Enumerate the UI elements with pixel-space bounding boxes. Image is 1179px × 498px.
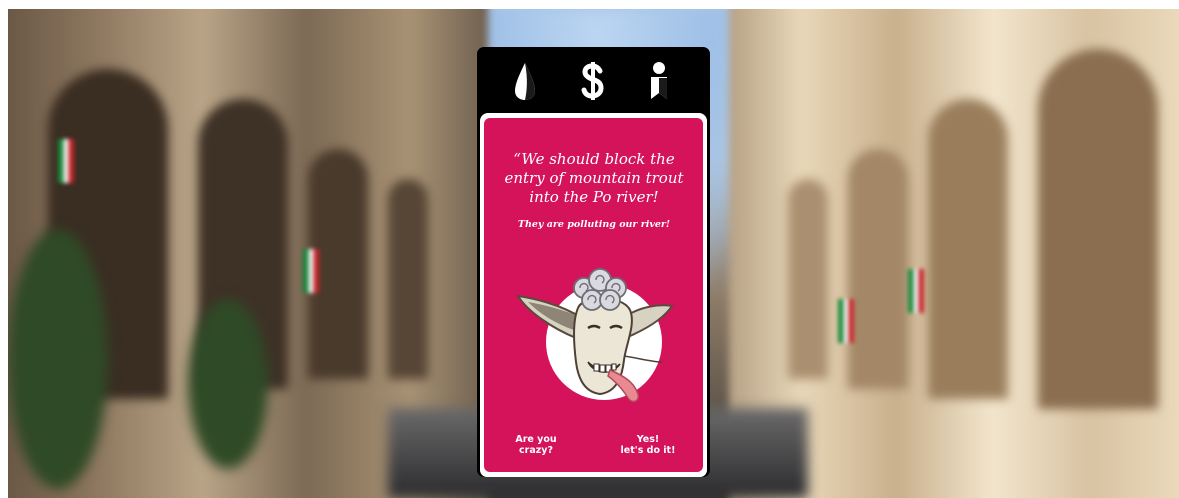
- flag: [58, 139, 74, 183]
- card-quote: “We should block the entry of mountain t…: [504, 150, 684, 206]
- dollar-icon: [581, 61, 605, 105]
- arch: [928, 99, 1008, 399]
- arch: [788, 179, 828, 379]
- flag: [908, 269, 924, 313]
- stats-bar: [477, 47, 710, 113]
- choice-accept-button[interactable]: Yes! let's do it!: [608, 434, 688, 456]
- card-face[interactable]: “We should block the entry of mountain t…: [484, 118, 703, 472]
- flag: [303, 249, 319, 293]
- choice-reject-line1: Are you: [515, 434, 557, 445]
- arch: [848, 149, 908, 389]
- choice-accept-line2: let's do it!: [620, 445, 676, 456]
- card-subquote: They are polluting our river!: [517, 219, 671, 230]
- drop-icon: [514, 61, 536, 105]
- arch: [388, 179, 428, 379]
- choice-reject-button[interactable]: Are you crazy?: [496, 434, 576, 456]
- decision-card: “We should block the entry of mountain t…: [477, 47, 710, 477]
- card-frame: “We should block the entry of mountain t…: [480, 113, 707, 477]
- choice-accept-line1: Yes!: [636, 434, 660, 445]
- potted-tree: [188, 299, 268, 469]
- arch: [1038, 49, 1158, 409]
- potted-tree: [8, 229, 108, 489]
- choice-reject-line2: crazy?: [519, 445, 553, 456]
- goat-character-icon: [512, 266, 682, 406]
- person-icon: [648, 61, 670, 105]
- flag: [838, 299, 854, 343]
